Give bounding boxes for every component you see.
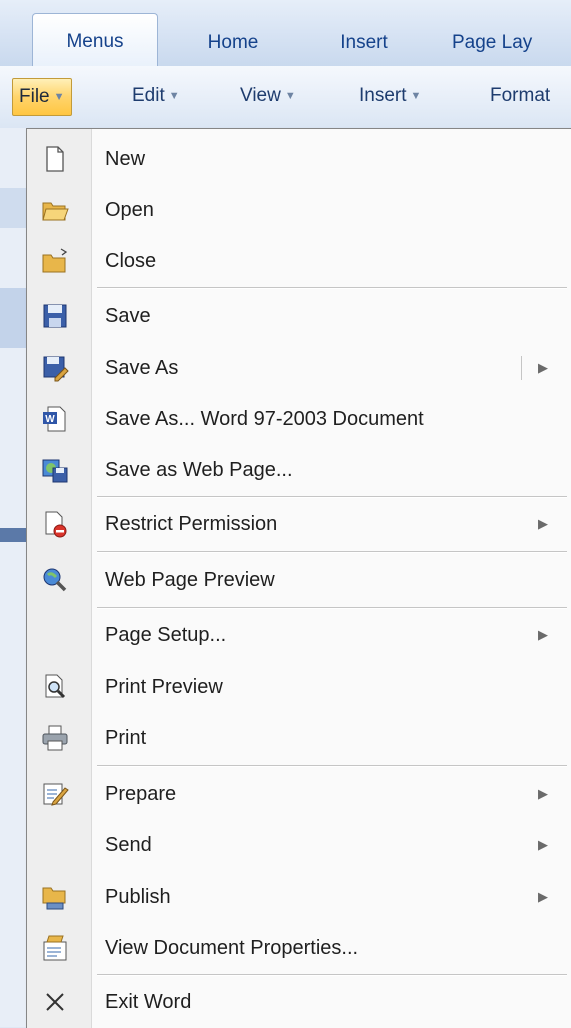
menu-insert-label: Insert bbox=[359, 85, 407, 106]
menu-item-send[interactable]: Send ▶ bbox=[27, 820, 571, 870]
menu-item-page-setup[interactable]: Page Setup... ▶ bbox=[27, 610, 571, 660]
menu-file[interactable]: File ▼ bbox=[12, 78, 72, 116]
menu-separator bbox=[97, 287, 567, 289]
menu-item-print[interactable]: Print bbox=[27, 713, 571, 763]
menu-separator bbox=[97, 551, 567, 553]
dropdown-arrow-icon: ▼ bbox=[168, 90, 180, 102]
menu-item-label: View Document Properties... bbox=[105, 937, 359, 959]
menu-item-label: Save bbox=[105, 305, 151, 327]
menu-item-save-as-web-page[interactable]: Save as Web Page... bbox=[27, 445, 571, 495]
print-preview-icon bbox=[41, 673, 69, 701]
submenu-arrow-icon: ▶ bbox=[538, 786, 548, 801]
menu-insert[interactable]: Insert ▼ bbox=[353, 78, 427, 114]
submenu-arrow-icon: ▶ bbox=[538, 837, 548, 852]
exit-x-icon bbox=[41, 988, 69, 1016]
submenu-arrow-icon: ▶ bbox=[538, 889, 548, 904]
save-as-icon bbox=[41, 354, 69, 382]
menu-item-print-preview[interactable]: Print Preview bbox=[27, 662, 571, 712]
file-dropdown-menu: New Open Close Save Save As ▶ W Save As.… bbox=[26, 128, 571, 1028]
menu-item-label: Send bbox=[105, 834, 152, 856]
menu-item-prepare[interactable]: Prepare ▶ bbox=[27, 769, 571, 819]
menu-item-label: Prepare bbox=[105, 783, 177, 805]
menu-item-label: Open bbox=[105, 199, 154, 221]
restrict-permission-icon bbox=[41, 510, 69, 538]
menu-item-new[interactable]: New bbox=[27, 134, 571, 184]
save-web-page-icon bbox=[41, 456, 69, 484]
menu-item-label: Print bbox=[105, 727, 147, 749]
submenu-arrow-icon: ▶ bbox=[538, 627, 548, 642]
submenu-arrow-icon: ▶ bbox=[538, 516, 548, 531]
split-divider bbox=[521, 356, 522, 380]
menu-edit-label: Edit bbox=[132, 85, 165, 106]
classic-menu-bar: File ▼ Edit ▼ View ▼ Insert ▼ Format bbox=[0, 66, 571, 129]
submenu-arrow-icon[interactable]: ▶ bbox=[538, 343, 548, 393]
menu-separator bbox=[97, 607, 567, 609]
menu-item-label: Exit Word bbox=[105, 991, 192, 1013]
menu-edit[interactable]: Edit ▼ bbox=[126, 78, 186, 114]
menu-item-save-as-word-97-2003[interactable]: W Save As... Word 97-2003 Document bbox=[27, 394, 571, 444]
menu-item-label: Web Page Preview bbox=[105, 569, 275, 591]
menu-item-label: Page Setup... bbox=[105, 624, 227, 646]
menu-item-close[interactable]: Close bbox=[27, 236, 571, 286]
menu-separator bbox=[97, 496, 567, 498]
menu-item-label: Restrict Permission bbox=[105, 513, 278, 535]
menu-view-label: View bbox=[240, 85, 281, 106]
menu-format-label: Format bbox=[490, 85, 551, 106]
menu-item-label: Save As bbox=[105, 357, 179, 379]
svg-text:W: W bbox=[45, 414, 55, 425]
menu-item-view-document-properties[interactable]: View Document Properties... bbox=[27, 923, 571, 973]
menu-item-label: Publish bbox=[105, 886, 171, 908]
menu-item-label: Close bbox=[105, 250, 157, 272]
dropdown-arrow-icon: ▼ bbox=[53, 91, 65, 103]
dropdown-arrow-icon: ▼ bbox=[410, 90, 422, 102]
save-disk-icon bbox=[41, 302, 69, 330]
publish-icon bbox=[41, 883, 69, 911]
menu-item-label: Print Preview bbox=[105, 676, 223, 698]
menu-item-open[interactable]: Open bbox=[27, 185, 571, 235]
prepare-icon bbox=[41, 780, 69, 808]
menu-item-web-page-preview[interactable]: Web Page Preview bbox=[27, 555, 571, 605]
new-document-icon bbox=[41, 145, 69, 173]
menu-item-label: New bbox=[105, 148, 146, 170]
tab-menus[interactable]: Menus bbox=[32, 13, 158, 67]
open-folder-icon bbox=[41, 196, 69, 224]
tab-page-layout[interactable]: Page Lay bbox=[452, 20, 571, 65]
menu-view[interactable]: View ▼ bbox=[234, 78, 302, 114]
menu-format[interactable]: Format bbox=[484, 78, 556, 114]
menu-separator bbox=[97, 974, 567, 976]
menu-separator bbox=[97, 765, 567, 767]
menu-item-label: Save as Web Page... bbox=[105, 459, 293, 481]
menu-item-save[interactable]: Save bbox=[27, 291, 571, 341]
close-folder-icon bbox=[41, 247, 69, 275]
tab-insert[interactable]: Insert bbox=[316, 20, 412, 65]
web-preview-icon bbox=[41, 566, 69, 594]
menu-item-label: Save As... Word 97-2003 Document bbox=[105, 408, 424, 430]
menu-item-restrict-permission[interactable]: Restrict Permission ▶ bbox=[27, 499, 571, 549]
menu-item-save-as[interactable]: Save As ▶ bbox=[27, 343, 571, 393]
tab-home[interactable]: Home bbox=[185, 20, 281, 65]
document-properties-icon bbox=[41, 934, 69, 962]
word-document-icon: W bbox=[41, 405, 69, 433]
printer-icon bbox=[41, 724, 69, 752]
menu-file-label: File bbox=[19, 86, 50, 107]
ribbon-tab-strip: Menus Home Insert Page Lay bbox=[0, 0, 571, 67]
menu-item-publish[interactable]: Publish ▶ bbox=[27, 872, 571, 922]
dropdown-arrow-icon: ▼ bbox=[284, 90, 296, 102]
menu-item-exit-word[interactable]: Exit Word bbox=[27, 977, 571, 1027]
